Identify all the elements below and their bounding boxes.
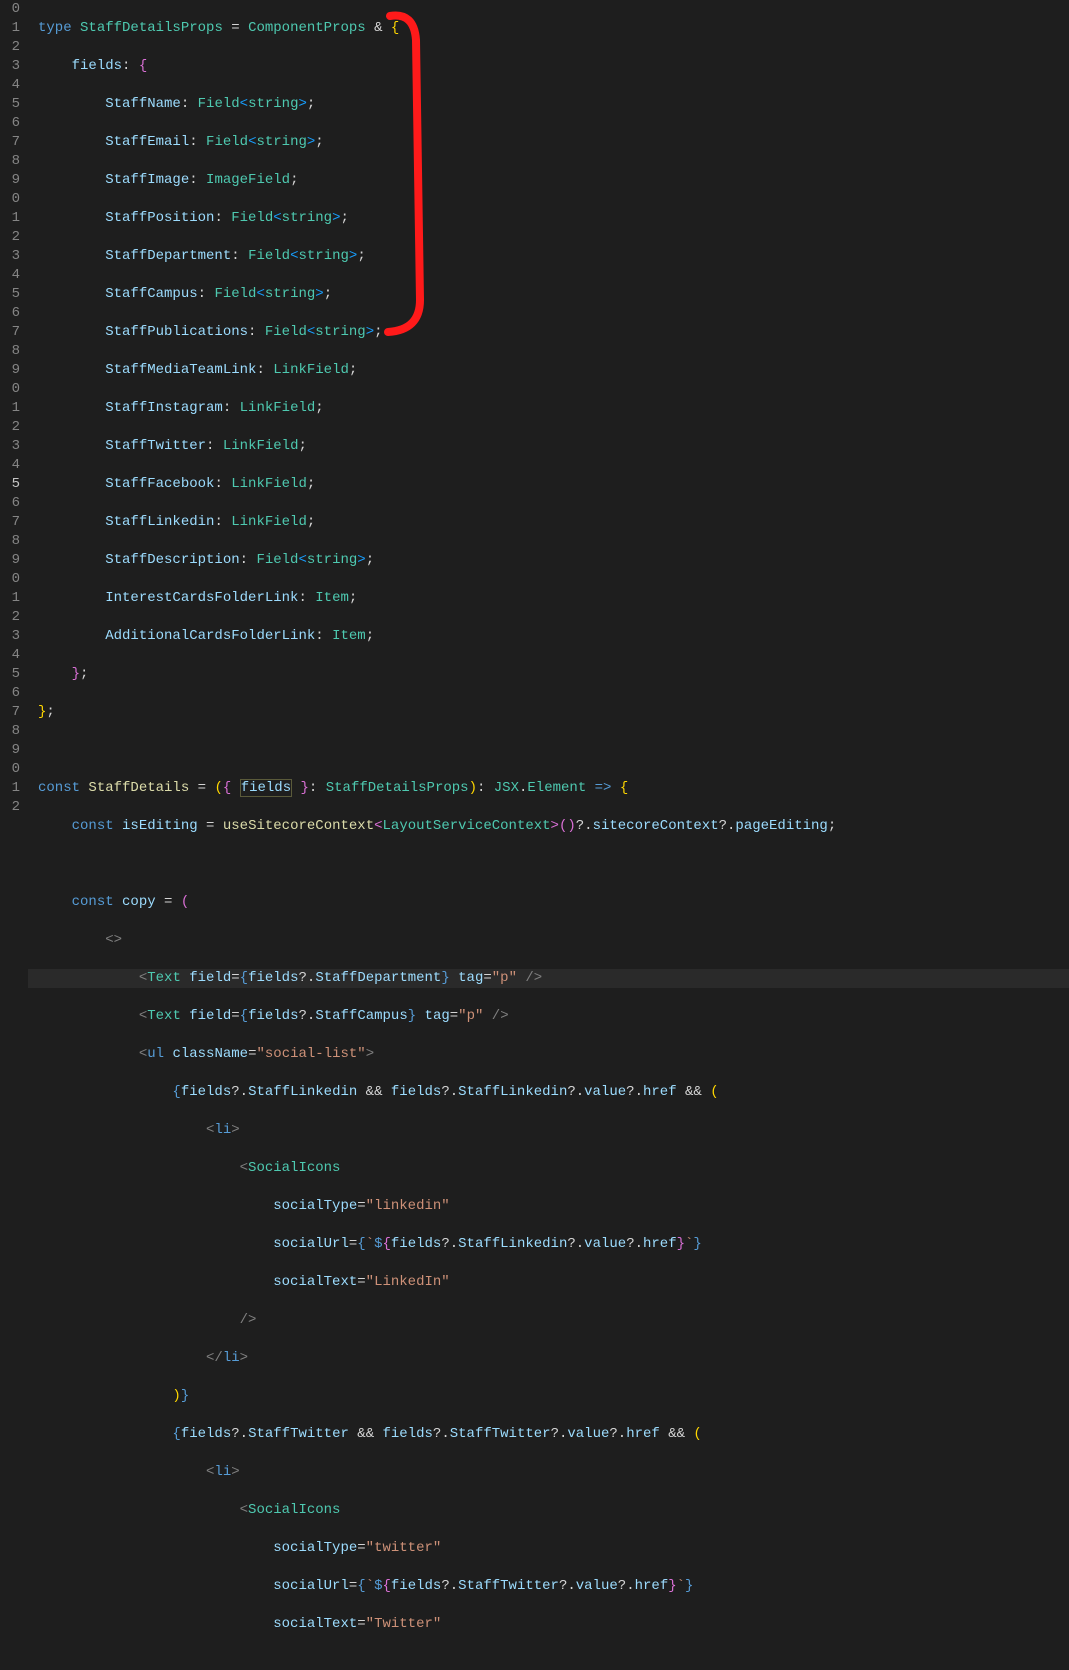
line-number: 6 <box>0 114 20 133</box>
code-line[interactable]: StaffEmail: Field<string>; <box>28 133 1069 152</box>
line-number: 3 <box>0 57 20 76</box>
code-line[interactable]: <SocialIcons <box>28 1159 1069 1178</box>
line-number: 7 <box>0 513 20 532</box>
code-area[interactable]: type StaffDetailsProps = ComponentProps … <box>28 0 1069 835</box>
line-number: 1 <box>0 19 20 38</box>
code-line[interactable]: fields: { <box>28 57 1069 76</box>
line-number: 4 <box>0 76 20 95</box>
line-number: 2 <box>0 418 20 437</box>
code-line[interactable]: }; <box>28 703 1069 722</box>
code-line[interactable] <box>28 855 1069 874</box>
line-number: 9 <box>0 551 20 570</box>
line-number: 0 <box>0 570 20 589</box>
line-number: 5 <box>0 285 20 304</box>
code-line[interactable]: socialType="twitter" <box>28 1539 1069 1558</box>
code-line[interactable]: socialUrl={`${fields?.StaffTwitter?.valu… <box>28 1577 1069 1596</box>
line-number: 1 <box>0 589 20 608</box>
code-line[interactable]: <> <box>28 931 1069 950</box>
code-line[interactable]: {fields?.StaffLinkedin && fields?.StaffL… <box>28 1083 1069 1102</box>
line-number: 4 <box>0 456 20 475</box>
line-number: 0 <box>0 380 20 399</box>
line-number: 3 <box>0 247 20 266</box>
line-number: 6 <box>0 494 20 513</box>
line-number: 8 <box>0 532 20 551</box>
code-line[interactable]: socialUrl={`${fields?.StaffLinkedin?.val… <box>28 1235 1069 1254</box>
code-line[interactable]: type StaffDetailsProps = ComponentProps … <box>28 19 1069 38</box>
code-line[interactable]: }; <box>28 665 1069 684</box>
line-number: 5 <box>0 665 20 684</box>
line-number: 1 <box>0 779 20 798</box>
line-number: 3 <box>0 437 20 456</box>
code-line[interactable]: const copy = ( <box>28 893 1069 912</box>
line-number: 3 <box>0 627 20 646</box>
line-number: 6 <box>0 304 20 323</box>
line-number: 5 <box>0 475 20 494</box>
line-number: 7 <box>0 703 20 722</box>
line-number: 9 <box>0 361 20 380</box>
code-line[interactable]: StaffFacebook: LinkField; <box>28 475 1069 494</box>
line-number: 1 <box>0 209 20 228</box>
line-number: 9 <box>0 171 20 190</box>
code-line[interactable]: <li> <box>28 1121 1069 1140</box>
code-line[interactable]: <ul className="social-list"> <box>28 1045 1069 1064</box>
line-number: 7 <box>0 323 20 342</box>
code-line[interactable]: StaffPublications: Field<string>; <box>28 323 1069 342</box>
code-line[interactable]: {fields?.StaffTwitter && fields?.StaffTw… <box>28 1425 1069 1444</box>
line-number: 8 <box>0 342 20 361</box>
line-number: 0 <box>0 0 20 19</box>
code-line[interactable]: socialText="LinkedIn" <box>28 1273 1069 1292</box>
line-number: 1 <box>0 399 20 418</box>
code-line[interactable]: /> <box>28 1311 1069 1330</box>
line-number: 2 <box>0 798 20 817</box>
line-number: 2 <box>0 228 20 247</box>
code-line[interactable]: InterestCardsFolderLink: Item; <box>28 589 1069 608</box>
code-line[interactable]: AdditionalCardsFolderLink: Item; <box>28 627 1069 646</box>
code-line[interactable]: StaffTwitter: LinkField; <box>28 437 1069 456</box>
code-line[interactable]: <Text field={fields?.StaffCampus} tag="p… <box>28 1007 1069 1026</box>
code-line[interactable]: )} <box>28 1387 1069 1406</box>
line-number: 2 <box>0 608 20 627</box>
code-editor[interactable]: 0 1 2 3 4 5 6 7 8 9 0 1 2 3 4 5 6 7 8 9 … <box>0 0 1069 835</box>
code-line[interactable]: const StaffDetails = ({ fields }: StaffD… <box>28 779 1069 798</box>
code-line[interactable]: StaffMediaTeamLink: LinkField; <box>28 361 1069 380</box>
line-number: 0 <box>0 760 20 779</box>
line-number: 2 <box>0 38 20 57</box>
code-line[interactable] <box>28 741 1069 760</box>
code-line[interactable]: <li> <box>28 1463 1069 1482</box>
code-line[interactable]: <Text field={fields?.StaffDepartment} ta… <box>28 969 1069 988</box>
line-number: 9 <box>0 741 20 760</box>
code-line[interactable]: const isEditing = useSitecoreContext<Lay… <box>28 817 1069 836</box>
code-line[interactable]: StaffImage: ImageField; <box>28 171 1069 190</box>
code-line[interactable]: <SocialIcons <box>28 1501 1069 1520</box>
code-line[interactable]: StaffLinkedin: LinkField; <box>28 513 1069 532</box>
code-line[interactable]: StaffInstagram: LinkField; <box>28 399 1069 418</box>
code-line[interactable]: StaffDepartment: Field<string>; <box>28 247 1069 266</box>
line-number-gutter: 0 1 2 3 4 5 6 7 8 9 0 1 2 3 4 5 6 7 8 9 … <box>0 0 28 835</box>
code-line[interactable]: StaffDescription: Field<string>; <box>28 551 1069 570</box>
line-number: 6 <box>0 684 20 703</box>
code-line[interactable]: </li> <box>28 1349 1069 1368</box>
line-number: 4 <box>0 646 20 665</box>
code-line[interactable]: StaffCampus: Field<string>; <box>28 285 1069 304</box>
code-line[interactable]: socialType="linkedin" <box>28 1197 1069 1216</box>
line-number: 4 <box>0 266 20 285</box>
code-line[interactable]: socialText="Twitter" <box>28 1615 1069 1634</box>
line-number: 8 <box>0 722 20 741</box>
code-line[interactable]: StaffName: Field<string>; <box>28 95 1069 114</box>
line-number: 5 <box>0 95 20 114</box>
line-number: 8 <box>0 152 20 171</box>
code-line[interactable]: StaffPosition: Field<string>; <box>28 209 1069 228</box>
line-number: 7 <box>0 133 20 152</box>
line-number: 0 <box>0 190 20 209</box>
